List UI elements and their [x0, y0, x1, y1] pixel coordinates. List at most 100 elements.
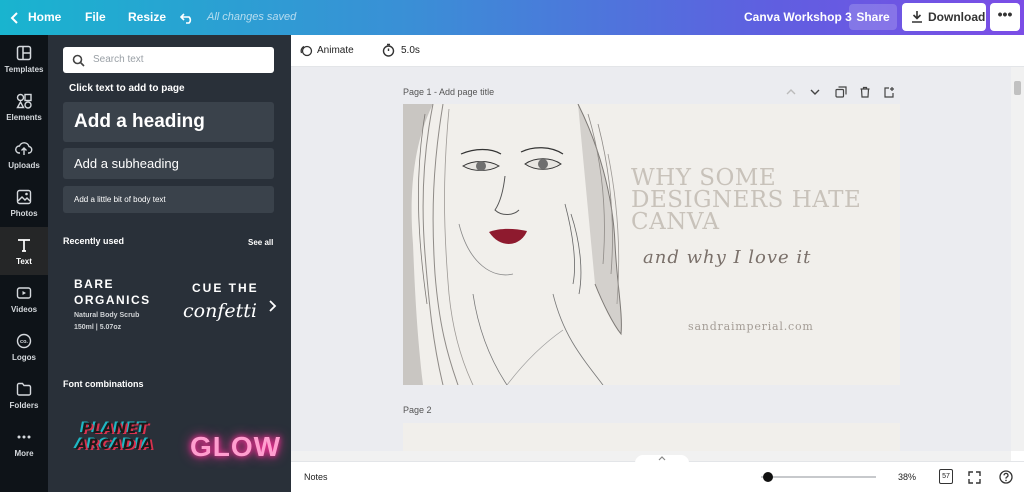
duration-button[interactable]: 5.0s — [382, 35, 420, 67]
home-label: Home — [28, 10, 62, 24]
rail-label-more: More — [14, 449, 34, 458]
rail-item-elements[interactable]: Elements — [0, 83, 48, 131]
notes-button[interactable]: Notes — [304, 462, 328, 492]
download-label: Download — [928, 10, 986, 24]
recent1-line4: 150ml | 5.07oz — [74, 324, 122, 331]
rail-item-photos[interactable]: Photos — [0, 179, 48, 227]
zoom-slider[interactable] — [761, 472, 876, 482]
design-headline[interactable]: WHY SOME DESIGNERS HATE CANVA — [631, 165, 900, 235]
duplicate-icon[interactable] — [835, 86, 847, 98]
recent-item-cue-the-confetti[interactable]: CUE THE confetti — [173, 257, 273, 367]
recently-used-title: Recently used — [63, 236, 125, 246]
rail-label-templates: Templates — [4, 65, 44, 74]
rail-label-folders: Folders — [9, 401, 39, 410]
video-icon — [16, 287, 32, 299]
recent1-line1: BARE — [74, 277, 115, 291]
headline-line-3: CANVA — [631, 209, 720, 235]
animate-label: Animate — [317, 45, 354, 56]
animate-button[interactable]: Animate — [300, 35, 354, 67]
document-title[interactable]: Canva Workshop 3 — [744, 0, 852, 35]
resize-menu[interactable]: Resize — [128, 0, 166, 35]
recent2-line2: confetti — [183, 300, 257, 322]
folder-icon — [16, 382, 32, 396]
trash-icon[interactable] — [859, 86, 871, 98]
combo-planet-arcadia[interactable]: PLANET ARCADIA — [63, 421, 167, 471]
combo-glow[interactable]: GLOW — [190, 431, 281, 463]
search-box[interactable]: Search text — [63, 47, 274, 73]
text-panel: Search text Click text to add to page Ad… — [48, 35, 291, 492]
footer-collapse-tab[interactable] — [635, 455, 689, 463]
page1-title[interactable]: Page 1 - Add page title — [403, 87, 494, 97]
chevron-left-icon — [10, 12, 18, 24]
search-placeholder: Search text — [93, 54, 144, 65]
more-options-button[interactable]: ••• — [990, 3, 1020, 31]
page2-title[interactable]: Page 2 — [403, 405, 432, 415]
rail-item-folders[interactable]: Folders — [0, 371, 48, 419]
text-icon — [18, 239, 30, 252]
font-combinations-title: Font combinations — [63, 379, 144, 389]
chevron-up-icon — [658, 456, 666, 461]
add-heading-button[interactable]: Add a heading — [63, 102, 274, 142]
carousel-next-icon[interactable] — [267, 300, 277, 312]
download-button[interactable]: Download — [902, 3, 986, 31]
help-icon[interactable] — [999, 470, 1013, 484]
rail-item-logos[interactable]: co. Logos — [0, 323, 48, 371]
add-body-text-button[interactable]: Add a little bit of body text — [63, 186, 274, 213]
top-bar: Home File Resize All changes saved Canva… — [0, 0, 1024, 35]
add-subheading-label: Add a subheading — [74, 156, 179, 171]
photo-icon — [16, 189, 32, 205]
rail-item-videos[interactable]: Videos — [0, 275, 48, 323]
zoom-slider-handle[interactable] — [763, 472, 773, 482]
timer-icon — [382, 44, 395, 58]
editor-toolbar: Animate 5.0s — [291, 35, 1024, 67]
move-up-icon[interactable] — [785, 86, 797, 98]
logo-icon: co. — [16, 333, 32, 349]
see-all-link[interactable]: See all — [248, 238, 273, 247]
rail-item-uploads[interactable]: Uploads — [0, 131, 48, 179]
side-rail: Templates Elements Uploads Photos Text V… — [0, 35, 48, 492]
rail-label-photos: Photos — [10, 209, 38, 218]
page-count: 57 — [942, 473, 950, 480]
rail-label-videos: Videos — [10, 305, 38, 314]
design-page-1[interactable]: WHY SOME DESIGNERS HATE CANVA and why I … — [403, 104, 900, 385]
rail-label-text: Text — [16, 257, 32, 266]
recent2-line1: CUE THE — [192, 281, 259, 295]
design-page-2[interactable] — [403, 423, 900, 451]
animate-icon — [300, 45, 313, 57]
more-icon — [17, 435, 31, 439]
rail-label-elements: Elements — [6, 113, 42, 122]
back-button[interactable]: Home — [10, 0, 61, 35]
add-subheading-button[interactable]: Add a subheading — [63, 148, 274, 179]
panel-hint: Click text to add to page — [69, 83, 185, 94]
rail-item-text[interactable]: Text — [0, 227, 48, 275]
combo1-line2: ARCADIA — [76, 437, 154, 453]
file-menu[interactable]: File — [85, 0, 106, 35]
save-status: All changes saved — [207, 11, 297, 23]
move-down-icon[interactable] — [809, 86, 821, 98]
rail-item-more[interactable]: More — [0, 419, 48, 467]
recent1-line3: Natural Body Scrub — [74, 312, 140, 319]
vertical-scroll-thumb[interactable] — [1014, 81, 1021, 95]
fullscreen-icon[interactable] — [968, 471, 981, 484]
undo-button[interactable] — [179, 0, 194, 35]
page-count-button[interactable]: 57 — [939, 469, 953, 484]
elements-icon — [16, 93, 32, 109]
download-icon — [912, 11, 922, 23]
headline-line-1: WHY SOME — [631, 165, 777, 191]
design-script-text[interactable]: and why I love it — [643, 247, 811, 268]
share-button[interactable]: Share — [849, 4, 897, 30]
zoom-level[interactable]: 38% — [898, 462, 916, 492]
svg-text:co.: co. — [20, 339, 28, 345]
recent-item-bare-organics[interactable]: BARE ORGANICS Natural Body Scrub 150ml |… — [63, 257, 167, 367]
design-website-text[interactable]: sandraimperial.com — [688, 320, 814, 333]
rail-label-logos: Logos — [12, 353, 36, 362]
vertical-scrollbar[interactable] — [1011, 67, 1024, 451]
undo-icon — [179, 13, 192, 24]
headline-line-2: DESIGNERS HATE — [631, 187, 862, 213]
add-page-icon[interactable] — [883, 86, 895, 98]
portrait-illustration — [403, 104, 622, 385]
combo1-line1: PLANET — [81, 421, 149, 437]
rail-item-templates[interactable]: Templates — [0, 35, 48, 83]
duration-label: 5.0s — [401, 45, 420, 56]
canvas-workspace: Page 1 - Add page title WHY SOME DESIGNE… — [291, 67, 1011, 451]
